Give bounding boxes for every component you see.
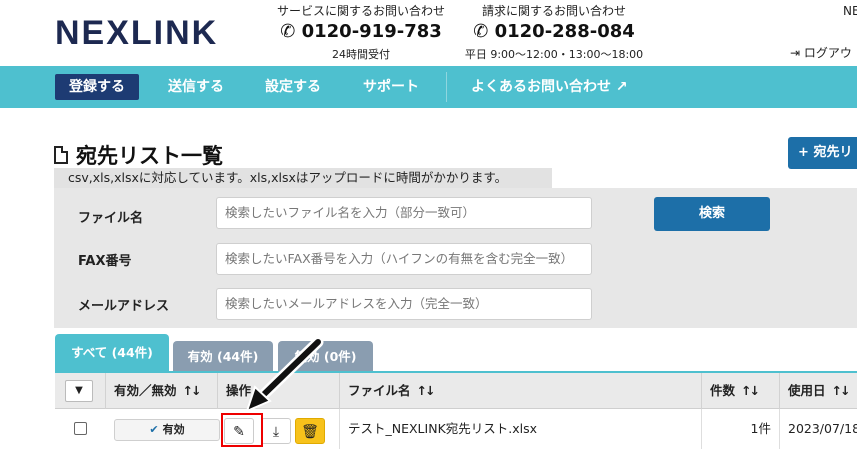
nav-settings[interactable]: 設定する bbox=[265, 66, 321, 108]
logout-link[interactable]: ⇥ ログアウ bbox=[790, 44, 852, 61]
billing-contact-phone: ✆ 0120-288-084 bbox=[473, 21, 635, 42]
service-contact-phone: ✆ 0120-919-783 bbox=[280, 21, 442, 42]
tab-disabled[interactable]: 無効 (0件) bbox=[278, 341, 373, 373]
file-name-input[interactable]: 検索したいファイル名を入力（部分一致可） bbox=[216, 197, 592, 229]
document-icon bbox=[54, 146, 68, 164]
file-name-cell[interactable]: テスト_NEXLINK宛先リスト.xlsx bbox=[339, 409, 701, 449]
tab-enabled[interactable]: 有効 (44件) bbox=[173, 341, 273, 373]
highlight-box bbox=[221, 413, 263, 447]
check-icon: ✔ bbox=[149, 423, 159, 436]
col-status[interactable]: 有効／無効 ↑↓ bbox=[105, 373, 217, 409]
nav-faq[interactable]: よくあるお問い合わせ ↗ bbox=[471, 66, 628, 108]
col-count[interactable]: 件数 ↑↓ bbox=[701, 373, 779, 409]
upload-note: csv,xls,xlsxに対応しています。xls,xlsxはアップロードに時間が… bbox=[54, 168, 552, 188]
download-button[interactable]: ⤓ bbox=[261, 418, 291, 444]
external-link-icon: ↗ bbox=[615, 79, 628, 95]
plus-icon: + bbox=[798, 145, 809, 160]
logout-icon: ⇥ bbox=[790, 46, 801, 60]
search-button[interactable]: 検索 bbox=[654, 197, 770, 231]
col-actions: 操作 bbox=[217, 373, 332, 409]
trash-icon: 🗑 bbox=[301, 424, 319, 440]
nav-register[interactable]: 登録する bbox=[55, 74, 139, 100]
download-icon: ⤓ bbox=[272, 424, 280, 440]
date-cell: 2023/07/18( bbox=[779, 409, 857, 449]
col-date[interactable]: 使用日 ↑↓ bbox=[779, 373, 857, 409]
nav-support[interactable]: サポート bbox=[363, 66, 419, 108]
email-label: メールアドレス bbox=[78, 299, 170, 314]
page-title: 宛先リスト一覧 bbox=[54, 140, 223, 170]
row-checkbox[interactable] bbox=[74, 422, 87, 435]
billing-contact: 請求に関するお問い合わせ ✆ 0120-288-084 平日 9:00～12:0… bbox=[463, 2, 645, 62]
fax-label: FAX番号 bbox=[78, 254, 132, 269]
sort-icon[interactable]: ↑↓ bbox=[183, 383, 202, 398]
billing-contact-hours: 平日 9:00～12:00・13:00～18:00 bbox=[464, 48, 644, 61]
nav-divider bbox=[446, 72, 447, 102]
service-contact-hours: 24時間受付 bbox=[332, 48, 390, 61]
fax-input[interactable]: 検索したいFAX番号を入力（ハイフンの有無を含む完全一致） bbox=[216, 243, 592, 275]
count-cell: 1件 bbox=[701, 409, 779, 449]
sort-icon[interactable]: ↑↓ bbox=[832, 383, 851, 398]
main-nav: 登録する 送信する 設定する サポート よくあるお問い合わせ ↗ bbox=[0, 66, 857, 108]
table-header: ▼ 有効／無効 ↑↓ 操作 ファイル名 ↑↓ 件数 ↑↓ 使用日 ↑↓ bbox=[55, 373, 857, 409]
phone-icon: ✆ bbox=[473, 21, 489, 42]
sort-icon[interactable]: ↑↓ bbox=[741, 383, 760, 398]
service-contact-label: サービスに関するお問い合わせ bbox=[277, 4, 446, 18]
status-toggle-button[interactable]: ✔ 有効 bbox=[114, 419, 220, 441]
bulk-select-dropdown[interactable]: ▼ bbox=[65, 380, 93, 402]
add-list-button[interactable]: + 宛先リ bbox=[788, 137, 857, 169]
search-panel: ファイル名 検索したいファイル名を入力（部分一致可） 検索 FAX番号 検索した… bbox=[54, 188, 857, 328]
nexlink-logo[interactable]: NEXLINK bbox=[55, 14, 218, 53]
user-name: NE bbox=[843, 4, 857, 18]
col-filename[interactable]: ファイル名 ↑↓ bbox=[339, 373, 701, 409]
sort-icon[interactable]: ↑↓ bbox=[417, 383, 436, 398]
service-contact: サービスに関するお問い合わせ ✆ 0120-919-783 24時間受付 bbox=[277, 2, 445, 62]
phone-icon: ✆ bbox=[280, 21, 296, 42]
caret-down-icon: ▼ bbox=[75, 385, 83, 396]
email-input[interactable]: 検索したいメールアドレスを入力（完全一致） bbox=[216, 288, 592, 320]
delete-button[interactable]: 🗑 bbox=[295, 418, 325, 444]
billing-contact-label: 請求に関するお問い合わせ bbox=[481, 4, 626, 18]
file-name-label: ファイル名 bbox=[78, 211, 144, 226]
tab-all[interactable]: すべて (44件) bbox=[55, 334, 169, 372]
nav-send[interactable]: 送信する bbox=[168, 66, 224, 108]
table-row: ✔ 有効 ✎ ⤓ 🗑 テスト_NEXLINK宛先リスト.xlsx 1件 2023/… bbox=[55, 409, 857, 449]
